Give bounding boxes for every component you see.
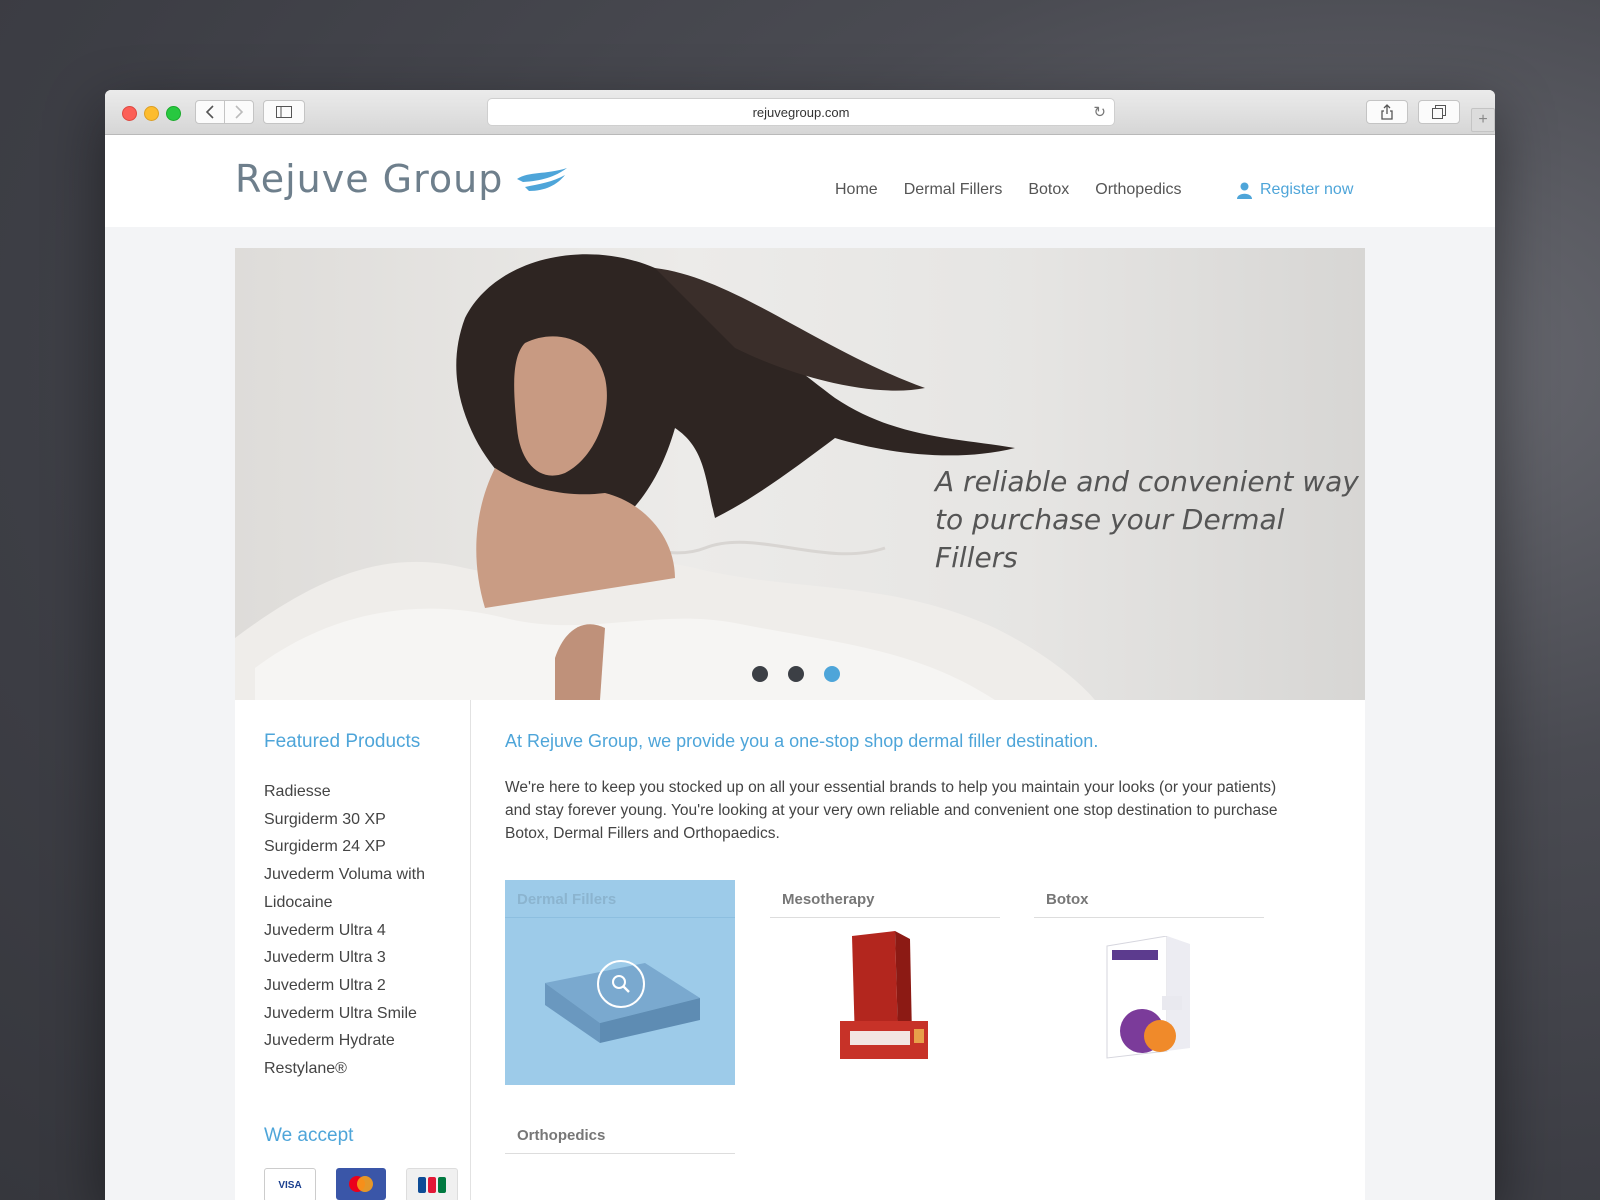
register-link[interactable]: Register now: [1237, 181, 1353, 199]
chevron-right-icon: [235, 105, 244, 119]
we-accept-title: We accept: [264, 1125, 354, 1146]
category-title: Botox: [1034, 880, 1264, 918]
zoom-search-icon[interactable]: [597, 960, 645, 1008]
site-logo[interactable]: Rejuve Group: [235, 157, 569, 201]
product-link[interactable]: Surgiderm 24 XP: [264, 833, 454, 861]
featured-products-title: Featured Products: [264, 731, 421, 752]
jcb-card-logo: [406, 1168, 458, 1200]
hero-tagline-line-2: to purchase your Dermal Fillers: [935, 503, 1285, 574]
product-link[interactable]: Juvederm Ultra 3: [264, 944, 454, 972]
category-title: Dermal Fillers: [505, 880, 735, 918]
slider-dot-1[interactable]: [752, 666, 768, 682]
hero-slider: A reliable and convenient way to purchas…: [235, 248, 1365, 700]
product-link[interactable]: Juvederm Voluma with Lidocaine: [264, 861, 454, 916]
close-window-button[interactable]: [122, 106, 137, 121]
browser-window: rejuvegroup.com ↻ + Rejuve Group Home De…: [105, 90, 1495, 1200]
minimize-window-button[interactable]: [144, 106, 159, 121]
main-paragraph: We're here to keep you stocked up on all…: [505, 779, 1278, 842]
product-box-icon: [1106, 935, 1190, 1059]
category-botox[interactable]: Botox: [1034, 880, 1264, 1078]
product-link[interactable]: Juvederm Ultra Smile: [264, 1000, 454, 1028]
share-icon: [1381, 104, 1393, 120]
category-dermal-fillers[interactable]: Dermal Fillers: [505, 880, 735, 1085]
share-button[interactable]: [1366, 100, 1408, 124]
botox-image: [1034, 918, 1264, 1078]
user-icon: [1237, 182, 1252, 199]
product-link[interactable]: Surgiderm 30 XP: [264, 806, 454, 834]
sidebar-icon: [276, 106, 292, 118]
web-page: Rejuve Group Home Dermal Fillers Botox O…: [105, 135, 1495, 1200]
jcb-icon: [418, 1177, 446, 1193]
product-box-icon: [840, 930, 928, 1059]
product-link[interactable]: Juvederm Ultra 2: [264, 972, 454, 1000]
nav-dermal-fillers[interactable]: Dermal Fillers: [904, 181, 1003, 199]
nav-botox[interactable]: Botox: [1028, 181, 1069, 199]
back-button[interactable]: [195, 100, 225, 124]
main-heading: At Rejuve Group, we provide you a one-st…: [505, 731, 1099, 751]
mesotherapy-image: [770, 918, 1000, 1078]
chevron-left-icon: [205, 105, 214, 119]
category-title: Mesotherapy: [770, 880, 1000, 918]
sidebar: Featured Products Radiesse Surgiderm 30 …: [235, 700, 471, 1200]
zoom-window-button[interactable]: [166, 106, 181, 121]
mastercard-icon: [349, 1176, 373, 1192]
visa-card-logo: VISA: [264, 1168, 316, 1200]
show-tabs-button[interactable]: [1418, 100, 1460, 124]
category-mesotherapy[interactable]: Mesotherapy: [770, 880, 1000, 1078]
logo-wave-icon: [517, 168, 568, 191]
featured-products-list: Radiesse Surgiderm 30 XP Surgiderm 24 XP…: [264, 778, 454, 1083]
slider-dot-3[interactable]: [824, 666, 840, 682]
main-section: At Rejuve Group, we provide you a one-st…: [505, 700, 1345, 1200]
main-nav: Home Dermal Fillers Botox Orthopedics: [835, 181, 1182, 199]
sidebar-toggle-button[interactable]: [263, 100, 305, 124]
product-link[interactable]: Juvederm Ultra 4: [264, 917, 454, 945]
forward-button[interactable]: [224, 100, 254, 124]
product-link[interactable]: Juvederm Hydrate: [264, 1027, 454, 1055]
hero-tagline-line-1: A reliable and convenient way: [935, 465, 1359, 498]
address-bar[interactable]: rejuvegroup.com ↻: [487, 98, 1115, 126]
logo-text: Rejuve Group: [235, 157, 504, 201]
product-link[interactable]: Restylane®: [264, 1055, 454, 1083]
mastercard-logo: [336, 1168, 386, 1200]
nav-orthopedics[interactable]: Orthopedics: [1095, 181, 1181, 199]
category-orthopedics[interactable]: Orthopedics: [505, 1116, 735, 1154]
site-header: Rejuve Group Home Dermal Fillers Botox O…: [105, 135, 1495, 227]
new-tab-button[interactable]: +: [1471, 108, 1495, 132]
tabs-icon: [1432, 105, 1446, 119]
slider-dots: [752, 666, 840, 682]
browser-toolbar: rejuvegroup.com ↻ +: [105, 90, 1495, 135]
plus-icon: +: [1478, 111, 1488, 128]
reload-icon[interactable]: ↻: [1093, 103, 1106, 121]
nav-home[interactable]: Home: [835, 181, 878, 199]
slider-dot-2[interactable]: [788, 666, 804, 682]
product-link[interactable]: Radiesse: [264, 778, 454, 806]
payment-cards: VISA: [264, 1168, 458, 1200]
hero-tagline: A reliable and convenient way to purchas…: [935, 463, 1365, 577]
category-title: Orthopedics: [505, 1116, 735, 1154]
url-text: rejuvegroup.com: [752, 104, 850, 120]
content-area: Featured Products Radiesse Surgiderm 30 …: [235, 700, 1365, 1200]
register-label: Register now: [1260, 181, 1354, 198]
